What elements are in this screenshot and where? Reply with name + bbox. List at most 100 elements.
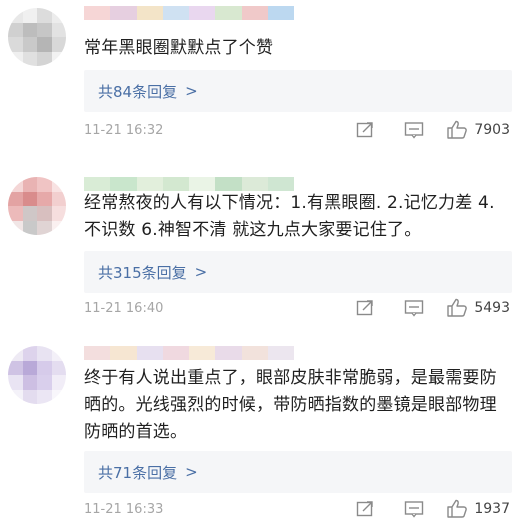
avatar-pixel [51,177,66,192]
reply-count-label: 共84条回复 [98,82,178,101]
avatar-pixel [51,206,66,221]
share-button[interactable] [356,500,374,518]
thumbs-up-icon [447,298,468,317]
comment-meta-row: 11-21 16:32 7903 [84,118,510,142]
avatar-pixel [51,22,66,37]
avatar-pixel [51,375,66,390]
username-pixel [162,6,189,20]
timestamp: 11-21 16:32 [84,122,164,138]
avatar-pixel [8,37,23,52]
comment-icon [405,122,424,139]
avatar-pixel [37,177,52,192]
share-icon [357,300,374,316]
thumbs-up-icon [447,499,468,518]
username-pixel [84,346,111,360]
like-count: 7903 [474,122,510,138]
username-pixel [110,346,137,360]
comment-button[interactable] [404,299,424,317]
username-pixel [267,6,294,20]
username-blurred[interactable] [84,177,294,191]
share-button[interactable] [356,121,374,139]
username-pixel [84,177,111,191]
comment-icon [405,300,424,317]
avatar-pixel [51,360,66,375]
share-icon [357,501,374,517]
avatar-pixel [37,220,52,235]
username-pixel [241,177,268,191]
avatar-pixel [37,51,52,66]
username-pixel [110,6,137,20]
username-pixel [84,6,111,20]
avatar-pixel [22,37,37,52]
chevron-right-icon: > [185,463,198,481]
avatar[interactable] [8,346,66,404]
avatar-pixel [8,51,23,66]
comment-text: 经常熬夜的人有以下情况：1.有黑眼圈. 2.记忆力差 4.不识数 6.神智不清 … [84,193,495,240]
avatar[interactable] [8,177,66,235]
username-pixel [215,177,242,191]
avatar-pixel [51,220,66,235]
reply-count-label: 共71条回复 [98,463,178,482]
avatar-pixel [22,8,37,23]
comment-button[interactable] [404,500,424,518]
like-button[interactable]: 1937 [446,499,510,519]
avatar-pixel [22,177,37,192]
username-pixel [136,346,163,360]
avatar-pixel [8,177,23,192]
username-pixel [110,177,137,191]
username-pixel [241,346,268,360]
avatar-pixel [51,191,66,206]
username-pixel [241,6,268,20]
avatar-pixel [8,22,23,37]
avatar-pixel [22,51,37,66]
avatar-pixel [37,22,52,37]
comment-meta-row: 11-21 16:33 1937 [84,497,510,521]
username-pixel [136,177,163,191]
avatar-pixel [22,220,37,235]
username-pixel [189,346,216,360]
share-button[interactable] [356,299,374,317]
avatar-pixel [22,191,37,206]
avatar-pixel [22,346,37,361]
avatar-pixel [22,360,37,375]
username-pixel [189,6,216,20]
username-pixel [189,177,216,191]
view-replies-button[interactable]: 共71条回复 > [84,451,512,493]
reply-count-label: 共315条回复 [98,263,187,282]
avatar-pixel [37,37,52,52]
username-pixel [162,346,189,360]
chevron-right-icon: > [194,263,208,281]
avatar-pixel [37,191,52,206]
avatar-pixel [8,389,23,404]
view-replies-button[interactable]: 共315条回复 > [84,251,512,293]
username-pixel [267,177,294,191]
comment-button[interactable] [404,121,424,139]
username-pixel [215,346,242,360]
username-blurred[interactable] [84,346,294,360]
view-replies-button[interactable]: 共84条回复 > [84,70,512,112]
avatar[interactable] [8,8,66,66]
timestamp: 11-21 16:40 [84,300,164,316]
username-blurred[interactable] [84,6,294,20]
username-pixel [136,6,163,20]
avatar-pixel [37,360,52,375]
avatar-pixel [8,375,23,390]
like-button[interactable]: 7903 [446,120,510,140]
avatar-pixel [8,191,23,206]
username-pixel [267,346,294,360]
avatar-pixel [8,220,23,235]
avatar-pixel [51,389,66,404]
avatar-pixel [22,375,37,390]
like-count: 5493 [474,300,510,316]
comment-item: 终于有人说出重点了，眼部皮肤非常脆弱，是最需要防晒的。光线强烈的时候，带防晒指数… [0,346,524,523]
comment-text: 终于有人说出重点了，眼部皮肤非常脆弱，是最需要防晒的。光线强烈的时候，带防晒指数… [84,368,497,442]
timestamp: 11-21 16:33 [84,501,164,517]
avatar-pixel [22,389,37,404]
avatar-pixel [37,375,52,390]
avatar-pixel [8,360,23,375]
avatar-pixel [51,37,66,52]
comment-item: 经常熬夜的人有以下情况：1.有黑眼圈. 2.记忆力差 4.不识数 6.神智不清 … [0,173,524,346]
avatar-pixel [37,346,52,361]
comment-item: 常年黑眼圈默默点了个赞 共84条回复 > 11-21 16:32 7903 [0,0,524,173]
like-button[interactable]: 5493 [446,298,510,318]
